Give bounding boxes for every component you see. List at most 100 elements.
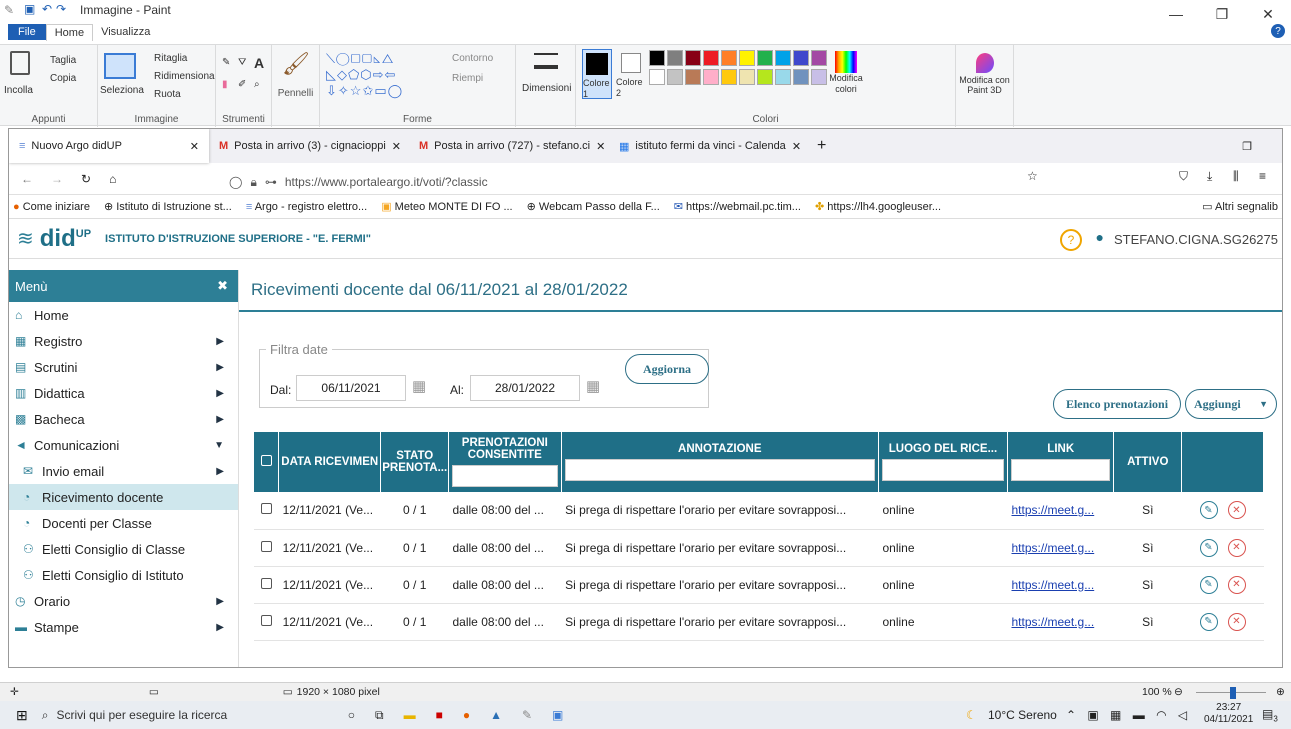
to-date-input[interactable]: 28/01/2022 [470, 375, 580, 401]
paint3d-button[interactable]: Modifica con Paint 3D [956, 45, 1014, 127]
browser-tab[interactable]: ▦ istituto fermi da vinci - Calenda ✕ [609, 129, 809, 163]
fill-button[interactable]: Riempi [452, 73, 483, 84]
color-swatch[interactable] [811, 69, 827, 85]
restore-icon[interactable]: ❐ [1242, 140, 1252, 153]
color-swatch[interactable] [811, 50, 827, 66]
menu-item-bacheca[interactable]: ▩ Bacheca ▶ [9, 406, 238, 432]
help-icon[interactable]: ? [1271, 24, 1285, 38]
menu-item-didattica[interactable]: ▥ Didattica ▶ [9, 380, 238, 406]
home-browser-icon[interactable]: ⌂ [109, 172, 116, 186]
color2-button[interactable]: Colore 2 [616, 49, 646, 99]
close-tab-icon[interactable]: ✕ [596, 140, 605, 153]
table-row[interactable]: 12/11/2021 (Ve... 0 / 1 dalle 08:00 del ..… [254, 603, 1264, 641]
table-row[interactable]: 12/11/2021 (Ve... 0 / 1 dalle 08:00 del ..… [254, 566, 1264, 604]
tab-view[interactable]: Visualizza [93, 24, 158, 40]
zoom-thumb[interactable] [1230, 687, 1236, 699]
help-circle-icon[interactable]: ? [1060, 229, 1082, 251]
file-explorer-icon[interactable]: ▬ [404, 708, 416, 722]
group-size[interactable]: Dimensioni [516, 45, 576, 127]
zoom-out-icon[interactable]: ⊖ [1174, 686, 1183, 698]
app-icon[interactable]: ■ [436, 708, 443, 722]
bookmark-item[interactable]: ✉ https://webmail.pc.tim... [674, 200, 801, 213]
menu-item-comunicazioni[interactable]: ◄ Comunicazioni ▼ [9, 432, 238, 458]
edit-colors-button[interactable]: Modifica colori [826, 51, 866, 95]
redo-icon[interactable]: ↷ [56, 2, 66, 16]
row-checkbox[interactable] [260, 503, 272, 515]
color-swatch[interactable] [793, 69, 809, 85]
edit-icon[interactable]: ✎ [1199, 501, 1218, 520]
magnifier-icon[interactable]: ⌕ [254, 79, 260, 90]
bookmark-item[interactable]: ✤ https://lh4.googleuser... [815, 200, 941, 213]
color-swatch[interactable] [703, 69, 719, 85]
color-swatch[interactable] [757, 50, 773, 66]
undo-icon[interactable]: ↶ [42, 2, 52, 16]
edit-icon[interactable]: ✎ [1199, 538, 1218, 557]
new-tab-icon[interactable]: + [817, 137, 826, 155]
cell-link[interactable]: https://meet.g... [1007, 492, 1114, 530]
close-tab-icon[interactable]: ✕ [190, 140, 199, 153]
pocket-icon[interactable]: ⛉ [1179, 169, 1188, 184]
col-date[interactable]: DATA RICEVIMEN [278, 432, 382, 492]
library-icon[interactable]: ⫼ [1233, 169, 1239, 184]
menu-item-stampe[interactable]: ▬ Stampe ▶ [9, 614, 238, 640]
weather-text[interactable]: 10°C Sereno [988, 708, 1057, 722]
color-swatch[interactable] [721, 50, 737, 66]
bookings-list-button[interactable]: Elenco prenotazioni [1053, 389, 1181, 419]
color-swatch[interactable] [667, 50, 683, 66]
menu-item-docenti-per-classe[interactable]: ◔ Docenti per Classe [9, 510, 238, 536]
text-icon[interactable]: A [254, 55, 264, 71]
calendar-icon[interactable]: ▦ [586, 377, 600, 395]
color-swatch[interactable] [667, 69, 683, 85]
row-checkbox[interactable] [260, 614, 272, 626]
crop-button[interactable]: Ritaglia [154, 53, 187, 64]
delete-icon[interactable]: ✕ [1227, 501, 1246, 520]
color-swatch[interactable] [775, 69, 791, 85]
from-date-input[interactable]: 06/11/2021 [296, 375, 406, 401]
table-row[interactable]: 12/11/2021 (Ve... 0 / 1 dalle 08:00 del ..… [254, 529, 1264, 567]
color-swatch[interactable] [649, 50, 665, 66]
image-app-icon[interactable]: ▣ [552, 708, 563, 722]
bookmark-item[interactable]: ● Come iniziare [13, 201, 90, 213]
close-tab-icon[interactable]: ✕ [392, 140, 401, 153]
reload-icon[interactable]: ↻ [81, 172, 91, 186]
col-allowed[interactable]: PRENOTAZIONI CONSENTITE [448, 432, 562, 492]
other-bookmarks[interactable]: ▭ Altri segnalib [1202, 200, 1282, 213]
save-icon[interactable]: ▣ [24, 2, 35, 16]
add-button[interactable]: Aggiungi ▼ [1185, 389, 1277, 419]
menu-item-home[interactable]: ⌂ Home [9, 302, 238, 328]
edit-icon[interactable]: ✎ [1199, 575, 1218, 594]
color-swatch[interactable] [775, 50, 791, 66]
rotate-button[interactable]: Ruota [154, 89, 181, 100]
menu-item-eletti-consiglio-di-istituto[interactable]: ⚇ Eletti Consiglio di Istituto [9, 562, 238, 588]
paste-button[interactable]: Incolla [4, 85, 33, 96]
cell-link[interactable]: https://meet.g... [1007, 529, 1114, 567]
col-link[interactable]: LINK [1007, 432, 1115, 492]
url-bar[interactable]: ◯ 🔒︎ ⊶ https://www.portaleargo.it/voti/?… [229, 169, 1099, 195]
select-all-checkbox[interactable] [260, 455, 272, 466]
edit-icon[interactable]: ✎ [1199, 612, 1218, 631]
tab-file[interactable]: File [8, 24, 46, 40]
col-active[interactable]: ATTIVO [1113, 432, 1183, 492]
close-tab-icon[interactable]: ✕ [792, 140, 801, 153]
browser-tab[interactable]: M Posta in arrivo (3) - cignacioppi ✕ [209, 129, 409, 163]
download-icon[interactable]: ⤓ [1207, 169, 1212, 184]
bookmark-item[interactable]: ≡ Argo - registro elettro... [246, 201, 367, 213]
cell-link[interactable]: https://meet.g... [1007, 603, 1114, 641]
paint-taskbar-icon[interactable]: ✎ [522, 708, 532, 722]
tray-icons[interactable]: ⌃ ▣ ▦ ▬ ◠ ◁ [1066, 708, 1191, 722]
task-view-icon[interactable]: ⧉ [375, 708, 384, 723]
zoom-in-icon[interactable]: ⊕ [1276, 686, 1285, 698]
forward-icon[interactable]: → [51, 172, 63, 186]
picker-icon[interactable]: ✐ [238, 79, 246, 90]
row-checkbox[interactable] [260, 540, 272, 552]
notifications-icon[interactable]: ▤3 [1262, 707, 1278, 723]
browser-tab[interactable]: M Posta in arrivo (727) - stefano.ci ✕ [409, 129, 609, 163]
filter-input[interactable] [881, 459, 1004, 481]
color-swatch[interactable] [649, 69, 665, 85]
resize-button[interactable]: Ridimensiona [154, 71, 215, 82]
menu-item-registro[interactable]: ▦ Registro ▶ [9, 328, 238, 354]
delete-icon[interactable]: ✕ [1227, 575, 1246, 594]
bookmark-item[interactable]: ⊕ Webcam Passo della F... [527, 200, 660, 213]
close-menu-icon[interactable]: ✖ [217, 278, 228, 294]
color-swatch[interactable] [793, 50, 809, 66]
